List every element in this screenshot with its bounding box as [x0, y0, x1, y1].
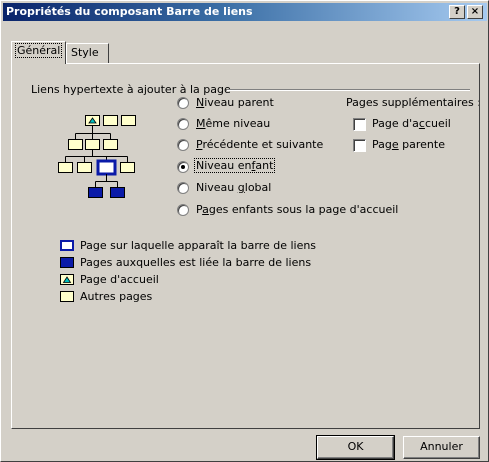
tab-general[interactable]: Général	[11, 41, 66, 64]
tab-general-label: Général	[14, 43, 63, 58]
tab-style-label: Style	[71, 46, 99, 59]
dialog-window: Propriétés du composant Barre de liens ?…	[0, 0, 489, 462]
title-bar[interactable]: Propriétés du composant Barre de liens ?…	[3, 3, 487, 21]
tab-style[interactable]: Style	[66, 43, 109, 63]
close-button[interactable]: ×	[467, 5, 483, 19]
help-button[interactable]: ?	[449, 5, 465, 19]
window-title: Propriétés du composant Barre de liens	[6, 5, 253, 18]
ok-button[interactable]: OK	[316, 435, 395, 460]
cancel-button[interactable]: Annuler	[403, 436, 480, 459]
tab-panel	[11, 63, 480, 429]
